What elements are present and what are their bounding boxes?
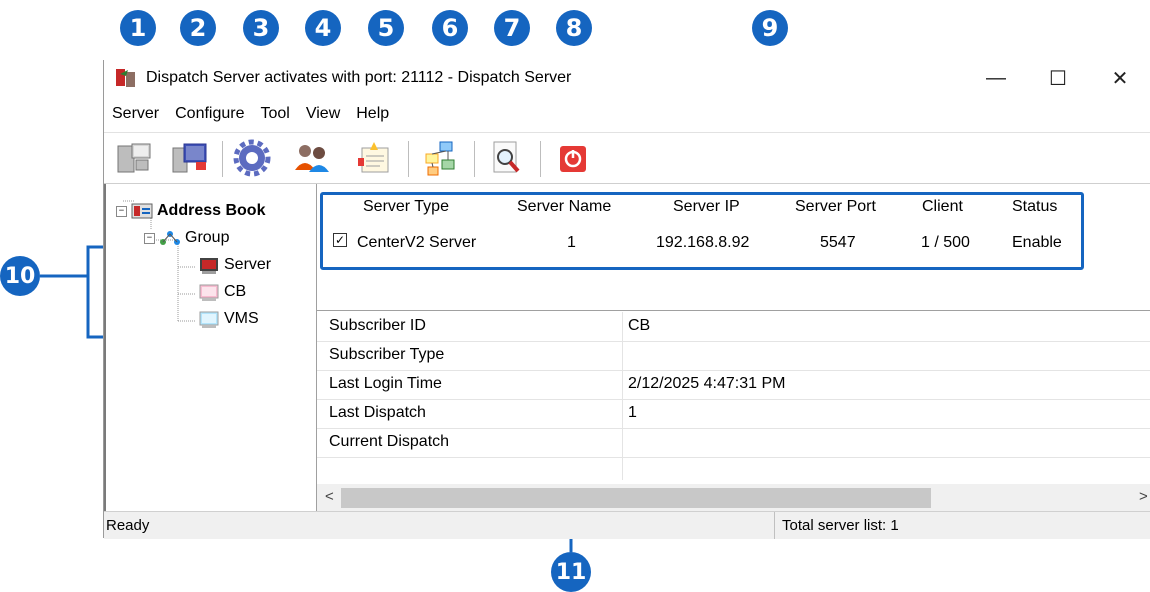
property-value: 2/12/2025 4:47:31 PM [628, 375, 786, 392]
property-key: Subscriber ID [329, 317, 426, 334]
property-value: 1 [628, 404, 637, 421]
horizontal-scrollbar[interactable]: < > [317, 484, 1150, 512]
tree-node-server[interactable]: Server [194, 256, 271, 274]
toolbar-separator [540, 141, 541, 177]
address-book-icon [131, 203, 153, 219]
server-red-icon [198, 257, 220, 274]
tree-label-vms: VMS [224, 310, 259, 327]
toolbar-separator [222, 141, 223, 177]
server-count-text: Total server list: 1 [782, 517, 899, 534]
toolbar-separator [408, 141, 409, 177]
network-topology-icon[interactable] [420, 138, 460, 178]
app-window: Dispatch Server activates with port: 211… [103, 60, 1150, 539]
callout-9-box [320, 192, 1084, 270]
property-key: Current Dispatch [329, 433, 450, 450]
property-key: Subscriber Type [329, 346, 445, 363]
power-icon[interactable] [552, 138, 592, 178]
window-title: Dispatch Server activates with port: 211… [146, 69, 572, 86]
tree-node-group[interactable]: − Group [144, 229, 229, 247]
server-monitor-icon[interactable] [170, 138, 210, 178]
property-key: Last Login Time [329, 375, 442, 392]
tree-label-server: Server [224, 256, 272, 273]
cb-pink-icon [198, 284, 220, 301]
tree-node-address-book[interactable]: − Address Book [116, 202, 265, 220]
vms-blue-icon [198, 311, 220, 328]
menu-configure[interactable]: Configure [167, 105, 252, 123]
property-row[interactable]: Last Login Time 2/12/2025 4:47:31 PM [317, 370, 1150, 400]
app-icon [114, 66, 138, 90]
property-row[interactable]: Current Dispatch [317, 428, 1150, 458]
menu-view[interactable]: View [298, 105, 348, 123]
property-row[interactable]: Subscriber Type [317, 341, 1150, 371]
details-pane: Server Type Server Name Server IP Server… [317, 184, 1150, 538]
address-book-tree: − Address Book − Group Server CB VMS [104, 184, 317, 511]
tree-node-vms[interactable]: VMS [194, 310, 259, 328]
collapse-toggle[interactable]: − [144, 232, 155, 244]
group-network-icon [159, 230, 181, 246]
maximize-button[interactable]: ☐ [1027, 60, 1089, 96]
menu-server[interactable]: Server [104, 105, 167, 123]
search-document-icon[interactable] [486, 138, 526, 178]
property-key: Last Dispatch [329, 404, 426, 421]
scroll-left-icon[interactable]: < [325, 488, 334, 505]
menu-help[interactable]: Help [348, 105, 397, 123]
tree-label-address-book: Address Book [157, 202, 266, 219]
tree-node-cb[interactable]: CB [194, 283, 246, 301]
tree-label-cb: CB [224, 283, 247, 300]
status-divider [774, 512, 775, 539]
server-computers-icon[interactable] [114, 138, 154, 178]
status-text: Ready [106, 517, 150, 534]
collapse-toggle[interactable]: − [116, 205, 127, 217]
users-icon[interactable] [292, 138, 332, 178]
menu-bar: Server Configure Tool View Help [104, 100, 397, 128]
tree-label-group: Group [185, 229, 230, 246]
toolbar [104, 132, 1150, 184]
property-value: CB [628, 317, 651, 334]
title-bar: Dispatch Server activates with port: 211… [104, 60, 1150, 96]
minimize-button[interactable]: — [965, 60, 1027, 96]
property-row[interactable]: Subscriber ID CB [317, 312, 1150, 342]
alert-log-icon[interactable] [354, 138, 394, 178]
toolbar-separator [474, 141, 475, 177]
subscriber-properties: Subscriber ID CB Subscriber Type Last Lo… [317, 312, 1150, 482]
status-bar: Ready Total server list: 1 [104, 511, 1150, 539]
scrollbar-thumb[interactable] [341, 488, 931, 508]
menu-tool[interactable]: Tool [253, 105, 298, 123]
close-button[interactable]: ✕ [1089, 60, 1150, 96]
scroll-right-icon[interactable]: > [1139, 488, 1148, 505]
property-row[interactable]: Last Dispatch 1 [317, 399, 1150, 429]
settings-gear-icon[interactable] [232, 138, 272, 178]
